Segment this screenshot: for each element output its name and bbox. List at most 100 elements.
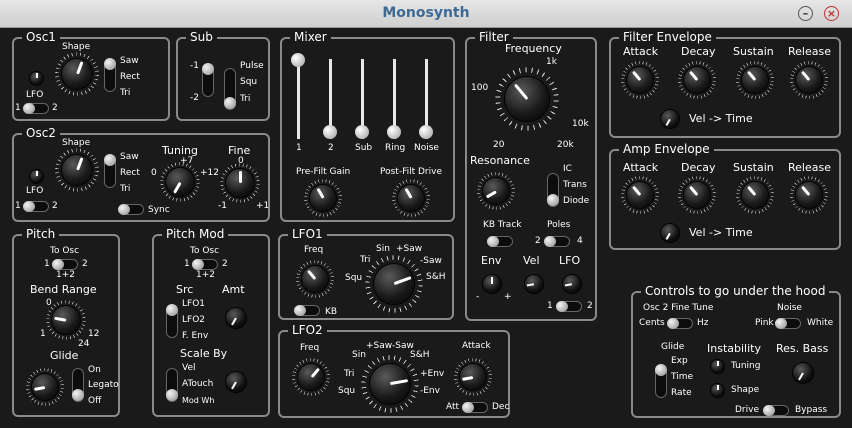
minimize-icon[interactable]: – [798, 6, 813, 21]
lfo1-wave-knob[interactable] [374, 264, 414, 304]
osc2-sync-toggle[interactable] [118, 204, 144, 215]
pitch-bend-24: 24 [78, 339, 90, 349]
lfo1-kb-toggle[interactable] [294, 305, 320, 316]
mixer-post-drive-knob[interactable] [398, 185, 424, 211]
hood-drive-label: Drive [735, 405, 759, 415]
pitch-bendrange-knob[interactable] [52, 306, 80, 334]
osc1-shape-knob[interactable] [62, 59, 92, 89]
pitchmod-scale-knob[interactable] [226, 372, 246, 392]
pitchmod-amt-label: Amt [222, 283, 245, 296]
filter-env-release-label: Release [788, 45, 831, 58]
pitchmod-src-switch[interactable] [166, 304, 178, 338]
filter-env-minus: - [476, 292, 480, 302]
amp-env-release-knob[interactable] [796, 182, 822, 208]
filter-env-decay-knob[interactable] [684, 67, 710, 93]
mixer-channel-sub: Sub [355, 143, 373, 153]
filter-env-label: Env [481, 254, 502, 267]
lfo1-title: LFO1 [288, 227, 327, 241]
hood-glide-switch[interactable] [655, 364, 667, 398]
mixer-group: Mixer 1 2 Sub Ring Noise Pre-Filt Gain P… [280, 30, 455, 222]
lfo1-freq-knob[interactable] [302, 266, 328, 292]
hood-resbass-label: Res. Bass [776, 342, 829, 355]
pitchmod-amt-knob[interactable] [226, 308, 246, 328]
filter-vel-knob[interactable] [525, 275, 543, 293]
filter-resonance-knob[interactable] [483, 178, 509, 204]
amp-env-release-label: Release [788, 161, 831, 174]
hood-glide-rate: Rate [671, 388, 692, 398]
filter-type-switch[interactable] [547, 173, 559, 207]
mixer-fader-sub[interactable] [355, 59, 369, 139]
lfo2-title: LFO2 [288, 323, 327, 337]
filter-env-attack-knob[interactable] [627, 67, 653, 93]
filter-frequency-label: Frequency [505, 42, 562, 55]
filter-env-sustain-label: Sustain [733, 45, 774, 58]
filter-env-knob[interactable] [483, 275, 501, 293]
amp-env-attack-knob[interactable] [627, 182, 653, 208]
sub-octave-switch[interactable] [202, 63, 214, 97]
amp-env-sustain-knob[interactable] [742, 182, 768, 208]
hood-finetune-label: Osc 2 Fine Tune [643, 303, 714, 313]
filter-poles-toggle[interactable] [544, 236, 570, 247]
pitch-toosc-2: 2 [82, 259, 88, 269]
hood-noise-toggle[interactable] [775, 318, 801, 329]
lfo2-wave-squ: Squ [338, 386, 356, 396]
filter-kbtrack-toggle[interactable] [487, 236, 513, 247]
filter-env-sustain-knob[interactable] [742, 67, 768, 93]
lfo2-freq-knob[interactable] [298, 364, 324, 390]
osc2-lfo-knob[interactable] [30, 170, 43, 183]
lfo2-attack-knob[interactable] [460, 364, 486, 390]
osc1-wave-tri: Tri [120, 88, 131, 98]
hood-bypass-label: Bypass [795, 405, 828, 415]
pitch-group: Pitch To Osc 1 2 1+2 Bend Range 0 1 12 2… [12, 227, 120, 417]
pitch-toosc-12: 1+2 [56, 270, 75, 280]
sub-wave-tri: Tri [240, 94, 251, 104]
pitch-glide-knob[interactable] [32, 374, 58, 400]
filter-env-release-knob[interactable] [796, 67, 822, 93]
mixer-fader-ring[interactable] [387, 59, 401, 139]
hood-inst-shape-knob[interactable] [711, 384, 724, 397]
amp-env-veltime-knob[interactable] [661, 224, 679, 242]
osc1-lfo-knob[interactable] [30, 72, 43, 85]
mixer-fader-1[interactable] [291, 53, 305, 139]
mixer-pre-gain-label: Pre-Filt Gain [296, 167, 351, 177]
pitchmod-toosc-toggle[interactable] [192, 259, 218, 270]
osc2-lfo-toggle[interactable] [23, 201, 49, 212]
osc2-shape-knob[interactable] [62, 155, 92, 185]
filter-poles-label: Poles [547, 220, 571, 230]
filter-lfo-knob[interactable] [563, 275, 581, 293]
pitchmod-scale-modwh: Mod Wh [182, 396, 215, 405]
sub-wave-switch[interactable] [224, 68, 236, 110]
osc2-tuning-knob[interactable] [166, 168, 194, 196]
filter-env-veltime-knob[interactable] [661, 110, 679, 128]
osc1-lfo-toggle[interactable] [23, 103, 49, 114]
mixer-channel-noise: Noise [414, 143, 439, 153]
hood-drive-toggle[interactable] [763, 405, 789, 416]
filter-poles-4: 4 [577, 236, 583, 246]
sub-oct-up: -1 [190, 61, 199, 71]
pitchmod-src-fenv: F. Env [182, 331, 209, 341]
sub-oct-down: -2 [190, 93, 199, 103]
osc2-wave-switch[interactable] [104, 154, 116, 188]
hood-inst-tuning-knob[interactable] [711, 360, 724, 373]
lfo1-wave-squ: Squ [345, 273, 363, 283]
mixer-pre-gain-knob[interactable] [310, 185, 336, 211]
amp-env-decay-knob[interactable] [684, 182, 710, 208]
hood-finetune-toggle[interactable] [667, 318, 693, 329]
filter-env-plus: + [504, 292, 512, 302]
lfo2-wave-knob[interactable] [370, 364, 410, 404]
hood-resbass-knob[interactable] [793, 363, 813, 383]
lfo1-wave-sh: S&H [426, 272, 446, 282]
filter-lfo-toggle[interactable] [556, 301, 582, 312]
osc1-wave-switch[interactable] [104, 58, 116, 92]
lfo2-attdec-toggle[interactable] [462, 402, 488, 413]
osc2-sw-label-1: 1 [15, 201, 21, 211]
filter-env-veltime-label: Vel -> Time [689, 112, 753, 125]
mixer-fader-2[interactable] [323, 59, 337, 139]
pitchmod-scale-switch[interactable] [166, 368, 178, 402]
pitch-glide-mode-switch[interactable] [72, 368, 84, 402]
close-icon[interactable]: × [824, 6, 839, 21]
osc2-fine-knob[interactable] [226, 169, 254, 197]
pitch-toosc-toggle[interactable] [52, 259, 78, 270]
mixer-fader-noise[interactable] [419, 59, 433, 139]
filter-frequency-knob[interactable] [505, 77, 549, 121]
